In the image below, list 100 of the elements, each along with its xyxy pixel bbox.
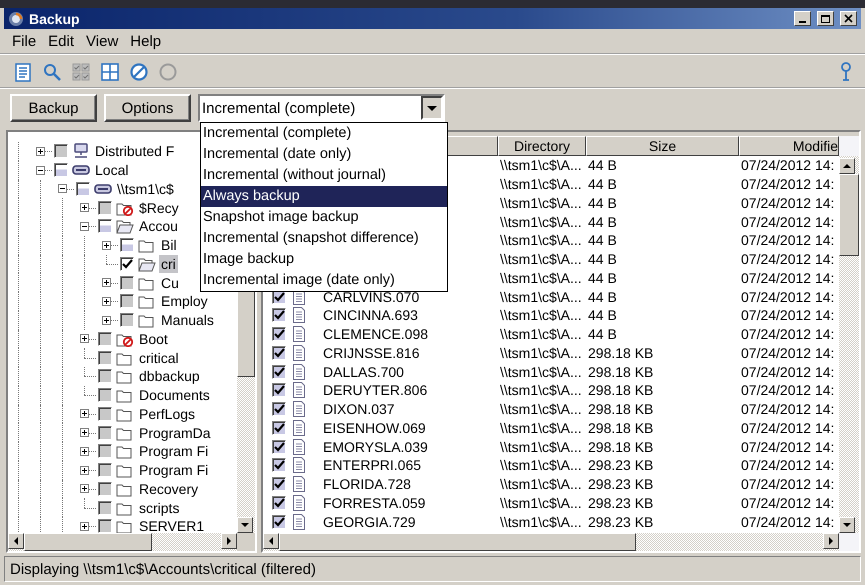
scrollbar[interactable] <box>263 533 839 551</box>
dropdown-option[interactable]: Snapshot image backup <box>201 207 447 228</box>
checkbox[interactable] <box>98 219 112 234</box>
checkbox[interactable] <box>272 308 286 322</box>
document-icon[interactable] <box>13 62 33 82</box>
dropdown-option[interactable]: Incremental (complete) <box>201 123 447 144</box>
scroll-thumb[interactable] <box>24 533 152 551</box>
menu-item[interactable]: File <box>6 30 42 52</box>
expand-icon[interactable] <box>80 466 89 475</box>
tree-item[interactable]: $Recy <box>137 198 181 217</box>
column-header[interactable]: Size <box>586 136 739 156</box>
checkbox[interactable] <box>98 500 112 515</box>
collapse-icon[interactable] <box>80 222 89 231</box>
scroll-left-button[interactable] <box>263 533 279 549</box>
checkbox[interactable] <box>272 402 286 416</box>
tree-item[interactable]: Documents <box>137 386 212 404</box>
tree-item[interactable]: Cu <box>159 274 181 292</box>
expand-icon[interactable] <box>80 334 89 344</box>
checkbox[interactable] <box>272 327 286 342</box>
checkbox[interactable] <box>98 350 112 365</box>
tree-item[interactable]: Distributed F <box>93 142 176 160</box>
checkbox[interactable] <box>120 276 134 290</box>
menu-item[interactable]: View <box>80 30 124 52</box>
checkbox[interactable] <box>98 426 112 440</box>
checkbox[interactable] <box>98 463 112 478</box>
tree-item[interactable]: Accou <box>137 217 180 236</box>
checkbox[interactable] <box>98 519 112 533</box>
tree-item[interactable]: Bil <box>159 236 179 254</box>
minimize-button[interactable] <box>794 11 811 26</box>
checkbox[interactable] <box>272 346 286 360</box>
checkbox[interactable] <box>272 383 286 398</box>
expand-icon[interactable] <box>102 240 111 250</box>
dropdown-option[interactable]: Incremental (snapshot difference) <box>201 228 447 249</box>
scroll-right-button[interactable] <box>823 533 839 549</box>
checkbox[interactable] <box>98 482 112 496</box>
expand-icon[interactable] <box>80 446 89 456</box>
tree-item[interactable]: Employ <box>159 292 210 310</box>
help-icon[interactable] <box>839 62 853 82</box>
search-icon[interactable] <box>42 62 62 82</box>
tree-item[interactable]: Manuals <box>159 311 216 330</box>
tree-item[interactable]: Boot <box>137 330 170 348</box>
column-header[interactable]: Directory <box>498 136 586 156</box>
tree-item[interactable]: ProgramDa <box>137 424 213 442</box>
tree-item[interactable]: \\tsm1\c$ <box>115 180 176 198</box>
grid-icon[interactable] <box>100 62 120 82</box>
scroll-down-button[interactable] <box>237 517 253 533</box>
tree-item[interactable]: SERVER1 <box>137 517 206 533</box>
scroll-down-button[interactable] <box>839 517 855 533</box>
backup-type-dropdown[interactable]: Incremental (complete) <box>198 94 445 122</box>
expand-icon[interactable] <box>80 409 89 418</box>
tree-item[interactable]: Local <box>93 161 130 180</box>
tree-item[interactable]: scripts <box>137 498 182 517</box>
scrollbar[interactable] <box>8 533 237 551</box>
close-button[interactable] <box>840 11 857 26</box>
expand-icon[interactable] <box>36 146 45 156</box>
expand-icon[interactable] <box>80 203 89 212</box>
dropdown-arrow-button[interactable] <box>421 96 443 120</box>
checkbox[interactable] <box>98 369 112 384</box>
scrollbar[interactable] <box>839 156 859 533</box>
checkbox[interactable] <box>98 406 112 421</box>
checkbox[interactable] <box>98 200 112 215</box>
checkbox[interactable] <box>98 388 112 402</box>
checkbox[interactable] <box>272 364 286 379</box>
checkbox[interactable] <box>98 444 112 458</box>
scroll-thumb[interactable] <box>839 174 859 256</box>
scroll-up-button[interactable] <box>839 158 855 174</box>
checkbox[interactable] <box>54 163 68 178</box>
tree-item[interactable]: critical <box>137 348 181 367</box>
checkbox[interactable] <box>272 496 286 510</box>
checkbox[interactable] <box>76 182 90 196</box>
expand-icon[interactable] <box>102 316 111 325</box>
expand-icon[interactable] <box>80 428 89 438</box>
dropdown-option[interactable]: Image backup <box>201 249 447 270</box>
expand-icon[interactable] <box>102 278 111 288</box>
expand-icon[interactable] <box>80 522 89 531</box>
checkbox[interactable] <box>272 420 286 435</box>
menu-item[interactable]: Edit <box>42 30 80 52</box>
scroll-left-button[interactable] <box>8 533 24 549</box>
action-button[interactable]: Backup <box>10 94 97 122</box>
dropdown-option[interactable]: Incremental image (date only) <box>201 270 447 291</box>
tree-item[interactable]: Program Fi <box>137 442 210 460</box>
checkbox[interactable] <box>272 477 286 492</box>
tree-item[interactable]: dbbackup <box>137 367 202 386</box>
tree-item[interactable]: Program Fi <box>137 461 210 480</box>
dropdown-option[interactable]: Always backup <box>201 186 447 207</box>
tree-item[interactable]: PerfLogs <box>137 404 198 423</box>
checkbox[interactable] <box>120 294 134 308</box>
tree-item[interactable]: Recovery <box>137 480 200 498</box>
collapse-icon[interactable] <box>58 184 67 194</box>
checkbox[interactable] <box>272 440 286 454</box>
action-button[interactable]: Options <box>104 94 191 122</box>
dropdown-option[interactable]: Incremental (without journal) <box>201 165 447 186</box>
menu-item[interactable]: Help <box>124 30 168 52</box>
checkbox[interactable] <box>272 458 286 472</box>
expand-icon[interactable] <box>102 296 111 306</box>
dropdown-option[interactable]: Incremental (date only) <box>201 144 447 165</box>
scroll-right-button[interactable] <box>221 533 237 549</box>
checkbox[interactable] <box>98 332 112 346</box>
checkbox[interactable] <box>120 313 134 328</box>
collapse-icon[interactable] <box>36 166 45 175</box>
